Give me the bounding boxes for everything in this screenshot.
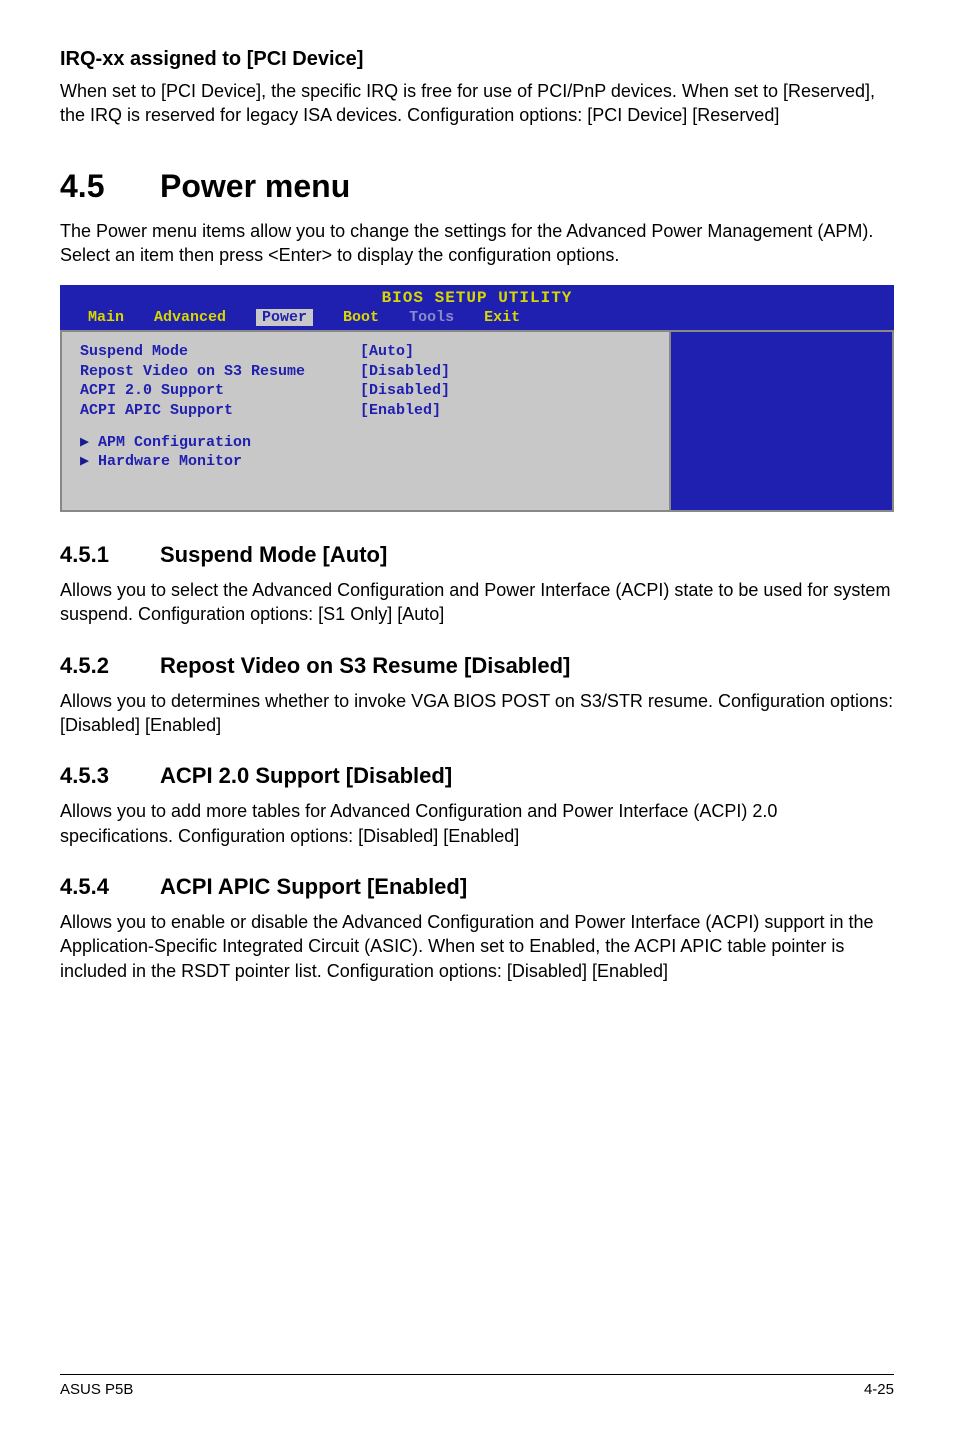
page-footer: ASUS P5B 4-25	[60, 1374, 894, 1398]
section-4-5-3-heading: 4.5.3 ACPI 2.0 Support [Disabled]	[60, 763, 894, 789]
section-4-5-2-heading: 4.5.2 Repost Video on S3 Resume [Disable…	[60, 653, 894, 679]
section-4-5-1-body: Allows you to select the Advanced Config…	[60, 578, 894, 627]
bios-row-value: [Disabled]	[360, 381, 651, 401]
bios-tab-boot: Boot	[343, 309, 379, 326]
section-4-5-4-heading: 4.5.4 ACPI APIC Support [Enabled]	[60, 874, 894, 900]
section-4-5-4-num: 4.5.4	[60, 874, 160, 900]
section-4-5-1-num: 4.5.1	[60, 542, 160, 568]
section-4-5-intro: The Power menu items allow you to change…	[60, 219, 894, 268]
section-4-5-title: Power menu	[160, 168, 350, 205]
bios-row-label: ACPI 2.0 Support	[80, 381, 360, 401]
bios-row-label: Repost Video on S3 Resume	[80, 362, 360, 382]
bios-tab-tools: Tools	[409, 309, 454, 326]
irq-body: When set to [PCI Device], the specific I…	[60, 79, 894, 128]
bios-tab-advanced: Advanced	[154, 309, 226, 326]
bios-row: Repost Video on S3 Resume [Disabled]	[80, 362, 651, 382]
bios-left-panel: Suspend Mode [Auto] Repost Video on S3 R…	[60, 330, 669, 512]
bios-submenu-label: Hardware Monitor	[98, 453, 242, 470]
arrow-icon: ▶	[80, 451, 98, 470]
bios-right-panel	[669, 330, 894, 512]
section-4-5-2-title: Repost Video on S3 Resume [Disabled]	[160, 653, 570, 679]
bios-row: ACPI APIC Support [Enabled]	[80, 401, 651, 421]
bios-tab-main: Main	[88, 309, 124, 326]
section-4-5-1-title: Suspend Mode [Auto]	[160, 542, 387, 568]
bios-submenu-label: APM Configuration	[98, 434, 251, 451]
bios-row-label: Suspend Mode	[80, 342, 360, 362]
bios-row-value: [Enabled]	[360, 401, 651, 421]
bios-screenshot: BIOS SETUP UTILITY Main Advanced Power B…	[60, 285, 894, 512]
bios-tabs: Main Advanced Power Boot Tools Exit	[60, 307, 894, 330]
footer-right: 4-25	[864, 1381, 894, 1398]
section-4-5-2-num: 4.5.2	[60, 653, 160, 679]
section-4-5-3-title: ACPI 2.0 Support [Disabled]	[160, 763, 452, 789]
bios-row-value: [Disabled]	[360, 362, 651, 382]
arrow-icon: ▶	[80, 432, 98, 451]
bios-row: Suspend Mode [Auto]	[80, 342, 651, 362]
bios-tab-exit: Exit	[484, 309, 520, 326]
irq-heading: IRQ-xx assigned to [PCI Device]	[60, 48, 894, 71]
bios-row-label: ACPI APIC Support	[80, 401, 360, 421]
bios-tab-power: Power	[256, 309, 313, 326]
section-4-5-num: 4.5	[60, 168, 160, 205]
section-4-5-4-title: ACPI APIC Support [Enabled]	[160, 874, 467, 900]
bios-row-value: [Auto]	[360, 342, 651, 362]
bios-row: ACPI 2.0 Support [Disabled]	[80, 381, 651, 401]
section-4-5-3-body: Allows you to add more tables for Advanc…	[60, 799, 894, 848]
section-4-5-4-body: Allows you to enable or disable the Adva…	[60, 910, 894, 983]
bios-submenu: ▶APM Configuration ▶Hardware Monitor	[80, 432, 651, 470]
bios-title: BIOS SETUP UTILITY	[60, 285, 894, 307]
section-4-5-1-heading: 4.5.1 Suspend Mode [Auto]	[60, 542, 894, 568]
section-4-5-heading: 4.5 Power menu	[60, 168, 894, 205]
section-4-5-3-num: 4.5.3	[60, 763, 160, 789]
footer-left: ASUS P5B	[60, 1381, 133, 1398]
section-4-5-2-body: Allows you to determines whether to invo…	[60, 689, 894, 738]
bios-submenu-item: ▶APM Configuration	[80, 432, 651, 451]
bios-submenu-item: ▶Hardware Monitor	[80, 451, 651, 470]
bios-body: Suspend Mode [Auto] Repost Video on S3 R…	[60, 330, 894, 512]
